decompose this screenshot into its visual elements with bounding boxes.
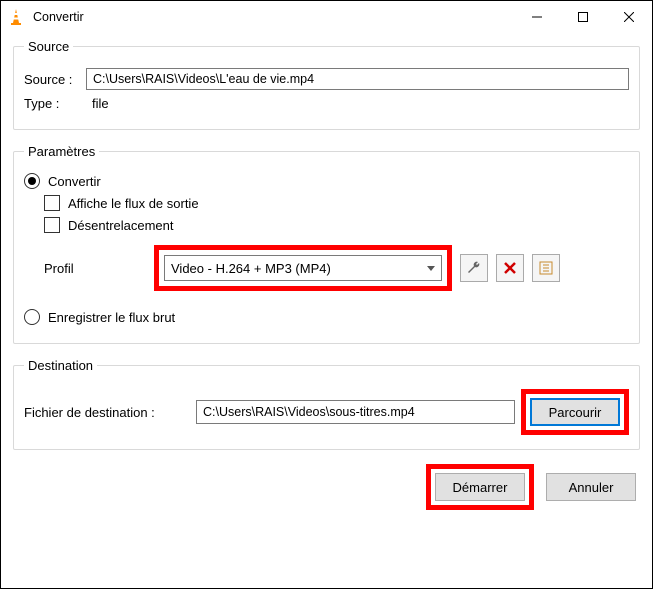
title-bar: Convertir <box>1 1 652 33</box>
convert-radio-label: Convertir <box>48 174 101 189</box>
raw-radio-row[interactable]: Enregistrer le flux brut <box>24 309 629 325</box>
start-button[interactable]: Démarrer <box>435 473 525 501</box>
profile-highlight: Video - H.264 + MP3 (MP4) <box>154 245 452 291</box>
chevron-down-icon <box>427 266 435 271</box>
start-highlight: Démarrer <box>426 464 534 510</box>
show-stream-label: Affiche le flux de sortie <box>68 196 199 211</box>
dest-file-label: Fichier de destination : <box>24 405 196 420</box>
params-group: Paramètres Convertir Affiche le flux de … <box>13 144 640 344</box>
destination-legend: Destination <box>24 358 97 373</box>
delete-icon <box>502 260 518 276</box>
raw-radio[interactable] <box>24 309 40 325</box>
source-group: Source Source : C:\Users\RAIS\Videos\L'e… <box>13 39 640 130</box>
type-value: file <box>92 96 109 111</box>
browse-button-label: Parcourir <box>549 405 602 420</box>
new-profile-button[interactable] <box>532 254 560 282</box>
source-field[interactable]: C:\Users\RAIS\Videos\L'eau de vie.mp4 <box>86 68 629 90</box>
maximize-button[interactable] <box>560 1 606 33</box>
profile-select-value: Video - H.264 + MP3 (MP4) <box>171 261 427 276</box>
footer: Démarrer Annuler <box>13 464 640 510</box>
close-button[interactable] <box>606 1 652 33</box>
minimize-button[interactable] <box>514 1 560 33</box>
source-legend: Source <box>24 39 73 54</box>
cancel-button-label: Annuler <box>569 480 614 495</box>
browse-highlight: Parcourir <box>521 389 629 435</box>
deinterlace-checkbox[interactable] <box>44 217 60 233</box>
show-stream-checkbox[interactable] <box>44 195 60 211</box>
source-label: Source : <box>24 72 86 87</box>
destination-group: Destination Fichier de destination : C:\… <box>13 358 640 450</box>
deinterlace-row[interactable]: Désentrelacement <box>44 217 629 233</box>
profile-select[interactable]: Video - H.264 + MP3 (MP4) <box>164 255 442 281</box>
start-button-label: Démarrer <box>453 480 508 495</box>
raw-radio-label: Enregistrer le flux brut <box>48 310 175 325</box>
delete-profile-button[interactable] <box>496 254 524 282</box>
new-profile-icon <box>538 260 554 276</box>
wrench-icon <box>466 260 482 276</box>
cancel-button[interactable]: Annuler <box>546 473 636 501</box>
window-title: Convertir <box>33 10 84 24</box>
vlc-cone-icon <box>7 8 25 26</box>
deinterlace-label: Désentrelacement <box>68 218 174 233</box>
profile-label: Profil <box>24 261 154 276</box>
dest-file-field[interactable]: C:\Users\RAIS\Videos\sous-titres.mp4 <box>196 400 515 424</box>
convert-radio[interactable] <box>24 173 40 189</box>
params-legend: Paramètres <box>24 144 99 159</box>
edit-profile-button[interactable] <box>460 254 488 282</box>
type-label: Type : <box>24 96 86 111</box>
show-stream-row[interactable]: Affiche le flux de sortie <box>44 195 629 211</box>
browse-button[interactable]: Parcourir <box>530 398 620 426</box>
convert-radio-row[interactable]: Convertir <box>24 173 629 189</box>
